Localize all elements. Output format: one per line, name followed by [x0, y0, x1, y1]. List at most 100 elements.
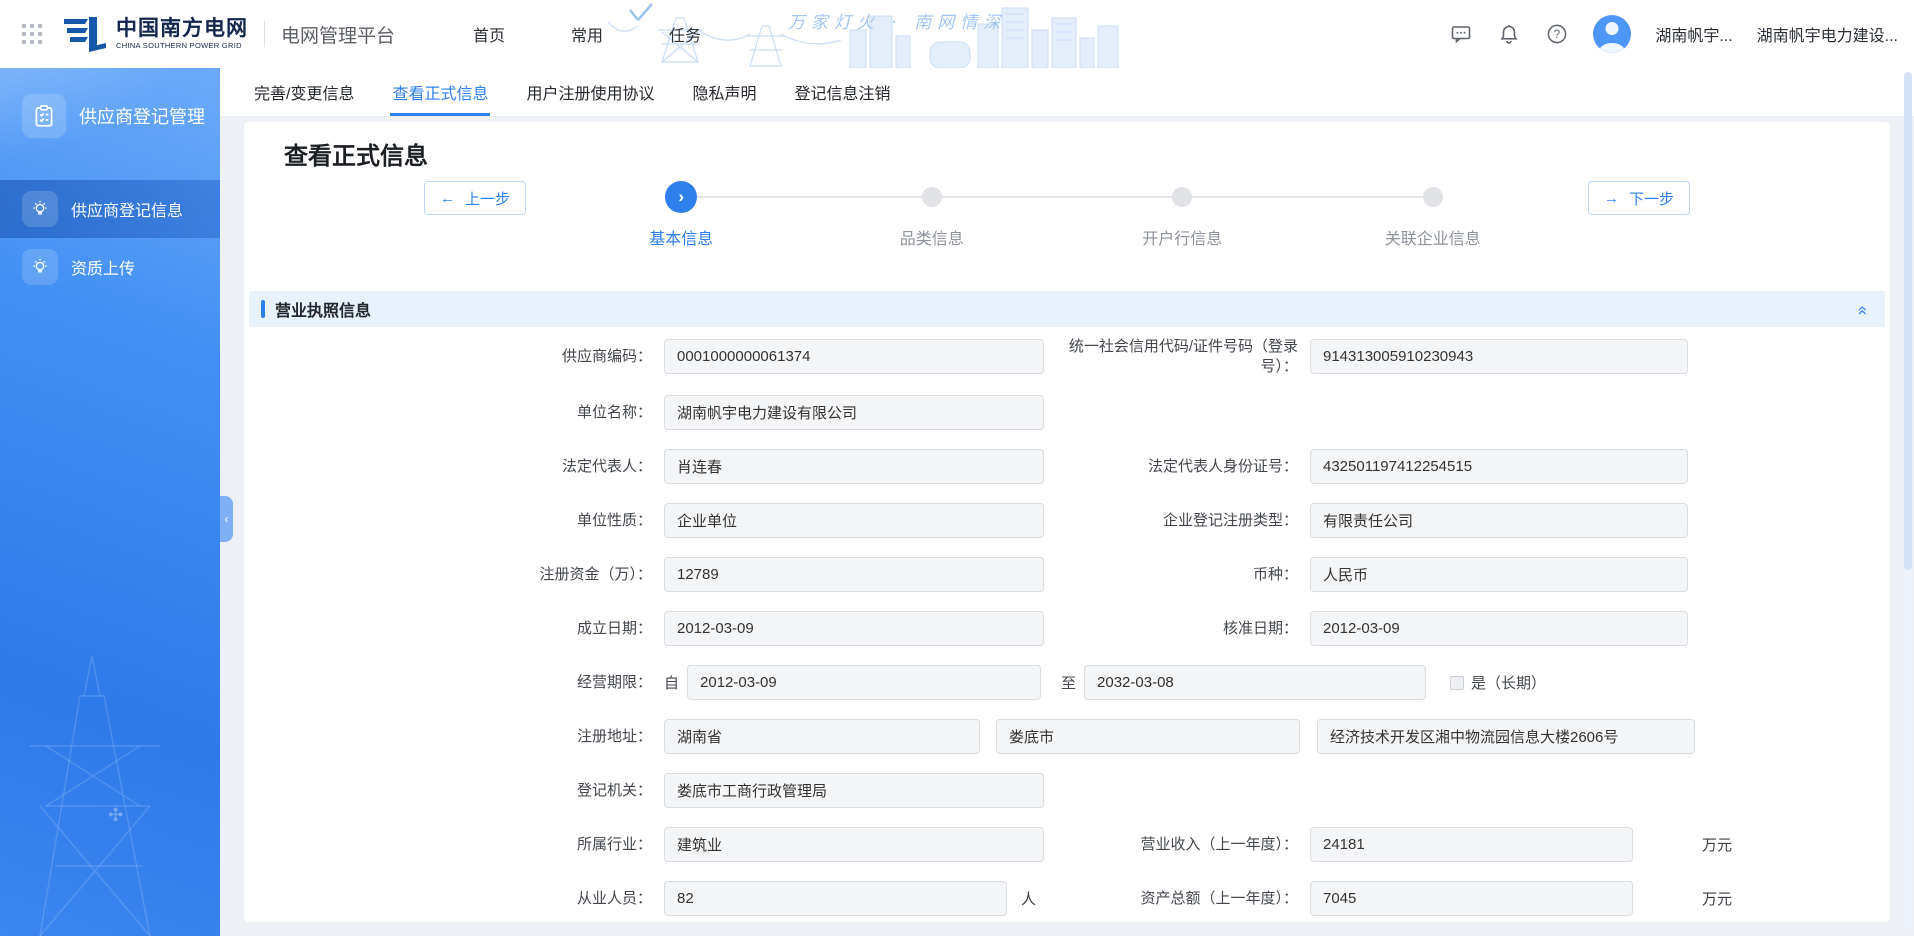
form-row: 供应商编码： 0001000000061374 统一社会信用代码/证件号码（登录… [244, 337, 1890, 376]
tab-bar: 完善/变更信息 查看正式信息 用户注册使用协议 隐私声明 登记信息注销 [220, 68, 1914, 116]
revenue-label: 营业收入（上一年度）： [1044, 835, 1310, 855]
sidebar-item-supplier-info[interactable]: 供应商登记信息 [0, 180, 220, 238]
tab-user-agreement[interactable]: 用户注册使用协议 [526, 68, 654, 116]
next-step-button[interactable]: → 下一步 [1588, 181, 1690, 215]
form-row: 从业人员： 82 人 资产总额（上一年度）： 7045 万元 [244, 881, 1890, 916]
step-label: 开户行信息 [1142, 225, 1222, 249]
longterm-checkbox[interactable] [1450, 676, 1464, 690]
industry-label: 所属行业： [244, 835, 664, 855]
content-card: 查看正式信息 ← 上一步 › 基本信息 品类信息 [244, 122, 1890, 922]
reg-capital-label: 注册资金（万）： [244, 565, 664, 585]
step-basic-info[interactable]: › 基本信息 [556, 181, 807, 249]
header-slogan: 万家灯火 · 南网情深 [788, 8, 1006, 33]
snowflake-decoration: ✣ [108, 805, 123, 826]
address-detail-input[interactable]: 经济技术开发区湘中物流园信息大楼2606号 [1317, 719, 1695, 754]
form-row: 法定代表人： 肖连春 法定代表人身份证号： 432501197412254515 [244, 449, 1890, 484]
tab-privacy-statement[interactable]: 隐私声明 [692, 68, 756, 116]
sidebar-item-qualification-upload[interactable]: 资质上传 [0, 238, 220, 296]
user-avatar[interactable] [1593, 15, 1631, 53]
section-accent-bar [261, 300, 265, 318]
form-row-reg-address: 注册地址： 湖南省 娄底市 经济技术开发区湘中物流园信息大楼2606号 [244, 719, 1890, 754]
employees-label: 从业人员： [244, 889, 664, 909]
address-province-input[interactable]: 湖南省 [664, 719, 980, 754]
csg-logo: 中国南方电网 CHINA SOUTHERN POWER GRID [62, 15, 248, 53]
legal-rep-label: 法定代表人： [244, 457, 664, 477]
collapse-section-icon[interactable]: « [1855, 305, 1872, 312]
reg-capital-input[interactable]: 12789 [664, 557, 1044, 592]
nav-tasks[interactable]: 任务 [669, 22, 701, 46]
term-to-input[interactable]: 2032-03-08 [1084, 665, 1426, 700]
form-row: 注册资金（万）： 12789 币种： 人民币 [244, 557, 1890, 592]
step-label: 基本信息 [649, 225, 713, 249]
assets-input[interactable]: 7045 [1310, 881, 1633, 916]
user-organization[interactable]: 湖南帆宇电力建设... [1757, 22, 1898, 46]
app-launcher-icon[interactable] [22, 24, 42, 44]
establish-date-input[interactable]: 2012-03-09 [664, 611, 1044, 646]
platform-title: 电网管理平台 [281, 21, 395, 48]
notification-bell-icon[interactable] [1497, 22, 1521, 46]
step-related-enterprise-info[interactable]: 关联企业信息 [1308, 181, 1559, 249]
business-term-label: 经营期限： [244, 673, 664, 693]
sidebar-item-label: 供应商登记信息 [71, 197, 183, 221]
step-dot [1423, 187, 1443, 207]
reg-authority-input[interactable]: 娄底市工商行政管理局 [664, 773, 1044, 808]
message-icon[interactable] [1449, 22, 1473, 46]
legal-rep-id-label: 法定代表人身份证号： [1044, 457, 1310, 477]
credit-code-input[interactable]: 914313005910230943 [1310, 339, 1688, 374]
sidebar-group-title: 供应商登记管理 [79, 103, 205, 129]
arrow-right-icon: → [1604, 191, 1619, 206]
address-city-input[interactable]: 娄底市 [996, 719, 1300, 754]
logo-title: 中国南方电网 [116, 18, 248, 40]
nav-home[interactable]: 首页 [473, 22, 505, 46]
supplier-code-label: 供应商编码： [244, 347, 664, 367]
step-category-info[interactable]: 品类信息 [807, 181, 1058, 249]
currency-input[interactable]: 人民币 [1310, 557, 1688, 592]
form-row: 单位性质： 企业单位 企业登记注册类型： 有限责任公司 [244, 503, 1890, 538]
revenue-input[interactable]: 24181 [1310, 827, 1633, 862]
reg-address-label: 注册地址： [244, 727, 664, 747]
approve-date-input[interactable]: 2012-03-09 [1310, 611, 1688, 646]
content-area: 查看正式信息 ← 上一步 › 基本信息 品类信息 [220, 116, 1914, 936]
tab-improve-change-info[interactable]: 完善/变更信息 [254, 68, 354, 116]
help-icon[interactable]: ? [1545, 22, 1569, 46]
header-right-tools: ? 湖南帆宇... 湖南帆宇电力建设... [1409, 0, 1914, 68]
section-title: 营业执照信息 [275, 297, 371, 321]
arrow-left-icon: ← [440, 191, 455, 206]
legal-rep-input[interactable]: 肖连春 [664, 449, 1044, 484]
sidebar-group-supplier-registration[interactable]: 供应商登记管理 [0, 68, 220, 138]
industry-input[interactable]: 建筑业 [664, 827, 1044, 862]
user-name[interactable]: 湖南帆宇... [1655, 22, 1732, 46]
top-navigation: 首页 常用 任务 [473, 22, 701, 46]
term-to-label: 至 [1061, 672, 1076, 693]
bulb-icon [22, 191, 58, 227]
form-row: 所属行业： 建筑业 营业收入（上一年度）： 24181 万元 [244, 827, 1890, 862]
business-license-form: 供应商编码： 0001000000061374 统一社会信用代码/证件号码（登录… [244, 337, 1890, 916]
step-bank-info[interactable]: 开户行信息 [1057, 181, 1308, 249]
term-from-input[interactable]: 2012-03-09 [687, 665, 1041, 700]
credit-code-label: 统一社会信用代码/证件号码（登录号）： [1044, 337, 1310, 376]
supplier-code-input[interactable]: 0001000000061374 [664, 339, 1044, 374]
reg-type-input[interactable]: 有限责任公司 [1310, 503, 1688, 538]
company-name-input[interactable]: 湖南帆宇电力建设有限公司 [664, 395, 1044, 430]
tab-view-formal-info[interactable]: 查看正式信息 [392, 68, 488, 116]
page-title: 查看正式信息 [284, 136, 1890, 171]
main-area: 完善/变更信息 查看正式信息 用户注册使用协议 隐私声明 登记信息注销 查看正式… [220, 68, 1914, 936]
org-nature-input[interactable]: 企业单位 [664, 503, 1044, 538]
bulb-icon [22, 249, 58, 285]
nav-common[interactable]: 常用 [571, 22, 603, 46]
legal-rep-id-input[interactable]: 432501197412254515 [1310, 449, 1688, 484]
form-row: 登记机关： 娄底市工商行政管理局 [244, 773, 1890, 808]
term-from-label: 自 [664, 672, 679, 693]
employees-input[interactable]: 82 [664, 881, 1007, 916]
step-dot [1172, 187, 1192, 207]
prev-step-label: 上一步 [465, 188, 510, 209]
revenue-unit: 万元 [1702, 834, 1890, 855]
reg-authority-label: 登记机关： [244, 781, 664, 801]
tab-registration-cancellation[interactable]: 登记信息注销 [795, 68, 891, 116]
scrollbar-thumb[interactable] [1904, 72, 1912, 570]
scrollbar[interactable] [1904, 72, 1912, 930]
stepper: ← 上一步 › 基本信息 品类信息 [424, 181, 1690, 249]
sidebar-collapse-handle[interactable]: ‹ [220, 496, 233, 542]
sidebar: 供应商登记管理 供应商登记信息 资质上传 [0, 68, 220, 936]
prev-step-button[interactable]: ← 上一步 [424, 181, 526, 215]
